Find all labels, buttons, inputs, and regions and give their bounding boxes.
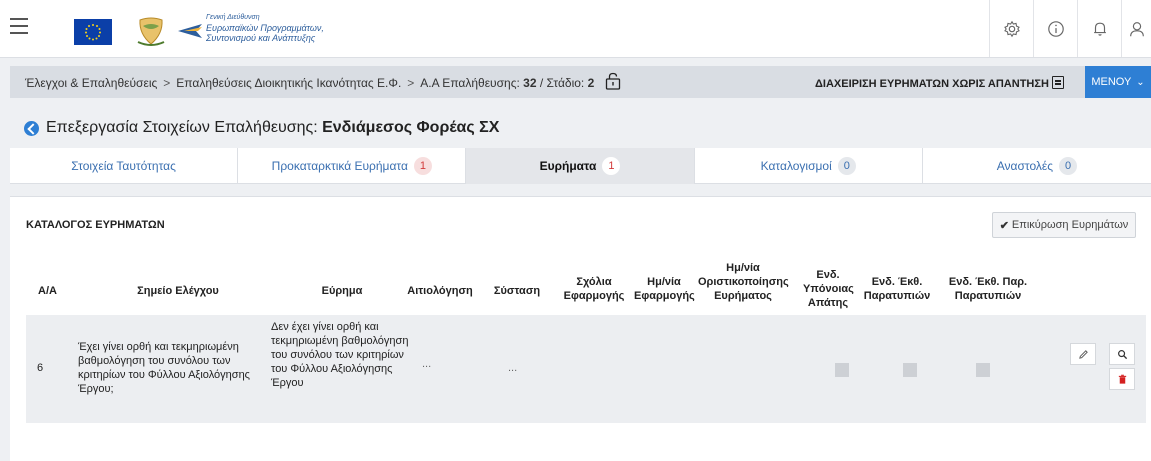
tab-suspensions[interactable]: Αναστολές 0 (923, 148, 1151, 184)
unanswered-findings-label: ΔΙΑΧΕΙΡΙΣΗ ΕΥΡΗΜΑΤΩΝ ΧΩΡΙΣ ΑΠΑΝΤΗΣΗ (815, 78, 1049, 90)
eu-flag-logo (74, 19, 112, 45)
row-recommendation: ... (508, 362, 518, 374)
tab-suspensions-label: Αναστολές (996, 159, 1054, 173)
tab-charges-count: 0 (837, 157, 856, 175)
breadcrumb-separator-icon: > (163, 76, 171, 91)
ministry-arrow-logo (176, 22, 204, 40)
fraud-checkbox[interactable] (835, 363, 849, 377)
row-finding: Δεν έχει γίνει ορθή και τεκμηριωμένη βαθ… (271, 321, 409, 389)
hamburger-menu-icon[interactable] (10, 18, 28, 34)
page-title-entity: Ενδιάμεσος Φορέας ΣΧ (322, 119, 500, 136)
tab-preliminary-findings[interactable]: Προκαταρκτικά Ευρήματα 1 (238, 148, 467, 184)
header-justification: Αιτιολόγηση (407, 285, 473, 297)
tab-findings-count: 1 (602, 157, 621, 175)
tab-preliminary-findings-label: Προκαταρκτικά Ευρήματα (271, 159, 408, 173)
page-title: Επεξεργασία Στοιχείων Επαλήθευσης: Ενδιά… (46, 119, 499, 137)
breadcrumb-stage-number: 2 (587, 76, 595, 91)
header-control-point: Σημείο Ελέγχου (137, 285, 219, 297)
header-recommendation: Σύσταση (493, 285, 541, 297)
document-icon (1051, 76, 1064, 89)
logo-text-line2: Ευρωπαϊκών Προγραμμάτων, (206, 23, 324, 33)
tab-identity-label: Στοιχεία Ταυτότητας (71, 159, 176, 173)
breadcrumb-bar: Έλεγχοι & Επαληθεύσεις > Επαληθεύσεις Διοι… (10, 66, 1151, 98)
logo-text-line1: Γενική Διεύθυνση (206, 14, 260, 21)
confirm-findings-button[interactable]: ✔ Επικύρωση Ευρημάτων (992, 212, 1136, 238)
header-irreg-report: Ενδ. Έκθ. Παρατυπιών (863, 276, 931, 302)
menu-button-label: ΜΕΝΟΥ (1091, 76, 1132, 88)
findings-panel: ΚΑΤΑΛΟΓΟΣ ΕΥΡΗΜΑΤΩΝ ✔ Επικύρωση Ευρημάτω… (10, 196, 1151, 461)
user-profile-icon[interactable] (1121, 0, 1151, 57)
ministry-logo-text: Γενική Διεύθυνση Ευρωπαϊκών Προγραμμάτων… (206, 13, 324, 43)
tab-bar: Στοιχεία Ταυτότητας Προκαταρκτικά Ευρήμα… (10, 148, 1151, 184)
breadcrumb-verification-prefix: Α.Α Επαλήθευσης: (420, 76, 520, 91)
row-aa: 6 (37, 362, 44, 374)
trash-icon (1118, 374, 1126, 384)
settings-gear-icon[interactable] (989, 0, 1033, 57)
header-fraud: Ενδ. Υπόνοιας Απάτης (803, 269, 854, 309)
page-title-prefix: Επεξεργασία Στοιχείων Επαλήθευσης: (46, 119, 318, 136)
cyprus-coat-of-arms-logo (134, 14, 168, 48)
table-row: 6 Έχει γίνει ορθή και τεκμηριωμένη βαθμο… (26, 315, 1146, 423)
header-irreg-report-par: Ενδ. Έκθ. Παρ. Παρατυπιών (948, 276, 1028, 302)
tab-preliminary-findings-count: 1 (413, 157, 432, 175)
breadcrumb-item-verifications[interactable]: Επαληθεύσεις Διοικητικής Ικανότητας Ε.Φ. (176, 76, 401, 90)
view-button[interactable] (1109, 343, 1135, 365)
pencil-icon (1078, 349, 1088, 359)
check-icon: ✔ (999, 219, 1009, 232)
breadcrumb: Έλεγχοι & Επαληθεύσεις > Επαληθεύσεις Διοι… (25, 72, 622, 93)
tab-findings-label: Ευρήματα (539, 159, 597, 173)
irreg-report-par-checkbox[interactable] (976, 363, 990, 377)
unanswered-findings-link[interactable]: ΔΙΑΧΕΙΡΙΣΗ ΕΥΡΗΜΑΤΩΝ ΧΩΡΙΣ ΑΠΑΝΤΗΣΗ (815, 76, 1064, 90)
breadcrumb-separator-icon: > (407, 76, 415, 91)
header-finding: Εύρημα (321, 285, 363, 297)
top-bar: Γενική Διεύθυνση Ευρωπαϊκών Προγραμμάτων… (0, 0, 1151, 58)
notifications-bell-icon[interactable] (1077, 0, 1121, 57)
row-control-point: Έχει γίνει ορθή και τεκμηριωμένη βαθμολό… (78, 341, 250, 395)
menu-button[interactable]: ΜΕΝΟΥ ⌄ (1085, 66, 1151, 98)
breadcrumb-item-checks[interactable]: Έλεγχοι & Επαληθεύσεις (25, 76, 157, 90)
irreg-report-checkbox[interactable] (903, 363, 917, 377)
breadcrumb-verification-number: 32 (523, 76, 537, 91)
tab-suspensions-count: 0 (1059, 157, 1078, 175)
delete-button[interactable] (1109, 368, 1135, 390)
edit-button[interactable] (1070, 343, 1096, 365)
tab-identity[interactable]: Στοιχεία Ταυτότητας (10, 148, 239, 184)
logo-text-line3: Συντονισμού και Ανάπτυξης (206, 33, 316, 43)
unlock-icon[interactable] (604, 72, 622, 90)
breadcrumb-stage-prefix: / Στάδιο: (539, 76, 585, 91)
back-arrow-icon[interactable] (24, 121, 39, 136)
header-impl-date: Ημ/νία Εφαρμογής (634, 276, 695, 302)
confirm-findings-label: Επικύρωση Ευρημάτων (1011, 219, 1129, 231)
header-final-date: Ημ/νία Οριστικοποίησης Ευρήματος (698, 262, 789, 302)
tab-charges[interactable]: Καταλογισμοί 0 (695, 148, 923, 184)
info-icon[interactable] (1033, 0, 1077, 57)
header-aa: Α/Α (38, 285, 57, 297)
row-justification: ... (422, 358, 432, 370)
header-impl-comments: Σχόλια Εφαρμογής (563, 276, 625, 302)
tab-findings[interactable]: Ευρήματα 1 (466, 148, 695, 184)
search-icon (1117, 349, 1127, 359)
panel-title: ΚΑΤΑΛΟΓΟΣ ΕΥΡΗΜΑΤΩΝ (26, 219, 165, 231)
chevron-down-icon: ⌄ (1136, 76, 1145, 88)
tab-charges-label: Καταλογισμοί (760, 159, 832, 173)
